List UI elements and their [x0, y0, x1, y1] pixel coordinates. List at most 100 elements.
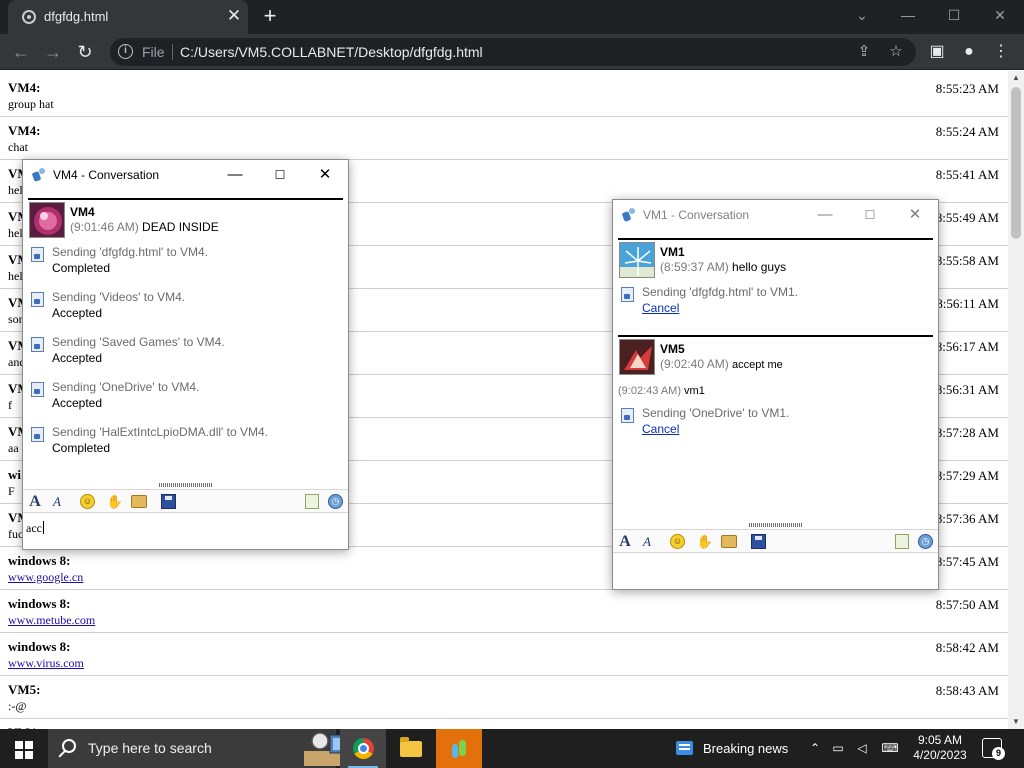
message-link[interactable]: www.google.cn — [8, 570, 83, 585]
maximize-button[interactable]: ☐ — [265, 164, 295, 186]
photo-share-icon[interactable] — [131, 495, 147, 508]
new-tab-button[interactable]: + — [258, 4, 282, 28]
save-icon[interactable] — [751, 534, 766, 549]
text-style-icon[interactable]: A — [48, 493, 66, 510]
message-time: 8:55:23 AM — [935, 81, 999, 96]
message-body: hel — [8, 183, 23, 197]
news-widget[interactable]: Breaking news — [672, 729, 798, 768]
message-link[interactable]: www.virus.com — [8, 656, 84, 671]
minimize-button[interactable]: — — [810, 204, 840, 226]
address-divider — [172, 44, 173, 60]
chevron-up-icon[interactable]: ⌃ — [806, 729, 824, 768]
message-timestamp: (8:59:37 AM) — [660, 260, 729, 274]
side-panel-icon[interactable]: ▣ — [924, 39, 950, 65]
chrome-icon — [353, 738, 374, 759]
notification-center-icon[interactable]: 9 — [982, 738, 1005, 760]
address-url[interactable]: C:/Users/VM5.COLLABNET/Desktop/dfgfdg.ht… — [180, 44, 483, 60]
minimize-button[interactable]: — — [220, 164, 250, 186]
scroll-down-arrow-icon[interactable]: ▼ — [1008, 715, 1024, 729]
start-button[interactable] — [0, 729, 48, 768]
info-icon[interactable]: i — [118, 44, 133, 59]
file-transfer-item: Sending 'dfgfdg.html' to VM4. Completed — [28, 242, 343, 287]
message-time: 8:56:11 AM — [936, 296, 999, 311]
taskbar-messenger[interactable] — [436, 729, 482, 768]
sender-name: VM4: — [8, 80, 41, 95]
file-transfer-item: Sending 'dfgfdg.html' to VM1. Cancel — [618, 282, 933, 327]
window-titlebar[interactable]: VM1 - Conversation — ☐ ✕ — [613, 200, 938, 230]
maximize-button[interactable]: ☐ — [855, 204, 885, 226]
sender-name: windows 8: — [8, 639, 71, 654]
taskbar-file-explorer[interactable] — [388, 729, 434, 768]
bookmark-star-icon[interactable]: ☆ — [886, 42, 906, 62]
reload-icon[interactable]: ↻ — [72, 39, 98, 65]
tab-title: dfgfdg.html — [44, 9, 109, 24]
close-button[interactable]: ✕ — [900, 204, 930, 226]
splitter-grip[interactable] — [159, 483, 213, 487]
send-file-icon[interactable] — [895, 534, 909, 549]
search-placeholder: Type here to search — [88, 740, 212, 756]
emoticon-icon[interactable]: ☺ — [670, 534, 685, 549]
nudge-icon[interactable]: ✋ — [696, 533, 714, 550]
network-icon[interactable]: ▭ — [828, 729, 848, 768]
windows-logo-icon — [15, 741, 23, 749]
message-timestamp: (9:02:40 AM) — [660, 357, 729, 371]
message-input[interactable] — [613, 554, 938, 589]
browser-tab[interactable]: dfgfdg.html ✕ — [8, 0, 248, 34]
window-title: VM4 - Conversation — [53, 168, 160, 182]
minimize-window-button[interactable]: — — [886, 2, 930, 28]
contact-name: VM4 — [70, 205, 95, 219]
message-time: 8:56:31 AM — [935, 382, 999, 397]
history-icon[interactable]: ◷ — [328, 494, 343, 509]
chat-log-entry: windows 8: www.virus.com 8:58:42 AM — [0, 633, 1008, 676]
tab-search-icon[interactable]: ⌄ — [840, 2, 884, 28]
scroll-up-arrow-icon[interactable]: ▲ — [1008, 71, 1024, 85]
volume-icon[interactable]: ◁ — [852, 729, 872, 768]
page-scrollbar[interactable]: ▲ ▼ — [1008, 71, 1024, 729]
message-body: :-@ — [8, 699, 27, 713]
avatar[interactable] — [619, 339, 655, 375]
message-input[interactable]: acc — [23, 514, 348, 549]
menu-kebab-icon[interactable]: ⋮ — [988, 39, 1014, 65]
cancel-transfer-link[interactable]: Cancel — [642, 422, 679, 436]
avatar[interactable] — [29, 202, 65, 238]
chat-log-entry: windows 8: www.metube.com 8:57:50 AM — [0, 590, 1008, 633]
nudge-icon[interactable]: ✋ — [106, 493, 124, 510]
keyboard-icon[interactable]: ⌨ — [878, 729, 902, 768]
message-input-text[interactable]: acc — [26, 521, 44, 536]
system-clock[interactable]: 9:05 AM 4/20/2023 — [908, 733, 972, 763]
taskbar-search-box[interactable]: Type here to search — [48, 729, 384, 768]
restore-window-button[interactable]: ☐ — [932, 2, 976, 28]
cancel-transfer-link[interactable]: Cancel — [642, 301, 679, 315]
font-icon[interactable]: A — [26, 493, 44, 510]
emoticon-icon[interactable]: ☺ — [80, 494, 95, 509]
splitter-grip[interactable] — [749, 523, 803, 527]
scrollbar-thumb[interactable] — [1011, 87, 1021, 239]
close-window-button[interactable]: ✕ — [978, 2, 1022, 28]
photo-share-icon[interactable] — [721, 535, 737, 548]
close-button[interactable]: ✕ — [310, 164, 340, 186]
transfer-description: Sending 'Saved Games' to VM4. — [52, 335, 225, 349]
news-icon — [676, 741, 693, 755]
send-file-icon[interactable] — [305, 494, 319, 509]
forward-arrow-icon[interactable]: → — [40, 39, 66, 65]
font-icon[interactable]: A — [616, 533, 634, 550]
back-arrow-icon[interactable]: ← — [8, 39, 34, 65]
browser-toolbar: ← → ↻ i File C:/Users/VM5.COLLABNET/Desk… — [0, 34, 1024, 70]
follow-up-message: (9:02:43 AM) vm1 — [618, 379, 933, 399]
taskbar-chrome[interactable] — [340, 729, 386, 768]
message-timestamp: (9:02:43 AM) — [618, 385, 681, 397]
window-titlebar[interactable]: VM4 - Conversation — ☐ ✕ — [23, 160, 348, 190]
text-style-icon[interactable]: A — [638, 533, 656, 550]
share-icon[interactable]: ⇪ — [854, 42, 874, 62]
profile-avatar-icon[interactable]: ● — [956, 39, 982, 65]
history-icon[interactable]: ◷ — [918, 534, 933, 549]
avatar[interactable] — [619, 242, 655, 278]
address-bar[interactable]: i File C:/Users/VM5.COLLABNET/Desktop/df… — [110, 38, 916, 66]
save-icon[interactable] — [161, 494, 176, 509]
sender-name: windows 8: — [8, 553, 71, 568]
file-transfer-item: Sending 'Videos' to VM4. Accepted — [28, 287, 343, 332]
message-body: hel — [8, 226, 23, 240]
tab-close-button[interactable]: ✕ — [224, 5, 244, 27]
message-link[interactable]: www.metube.com — [8, 613, 95, 628]
file-icon — [31, 382, 44, 397]
